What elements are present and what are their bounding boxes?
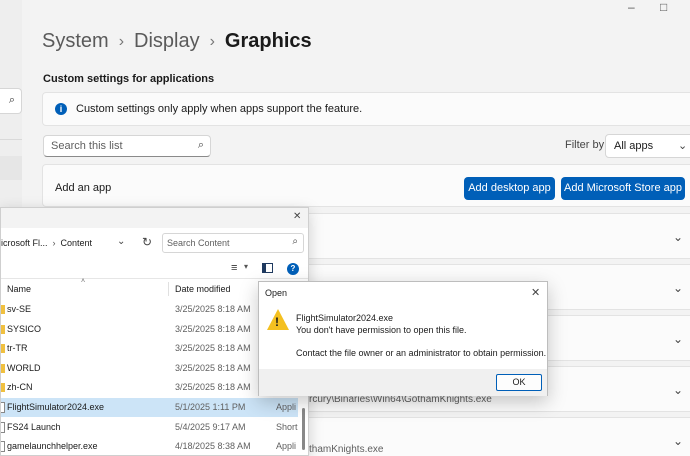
search-placeholder: Search this list <box>51 140 123 152</box>
chevron-down-icon: ⌄ <box>678 140 688 152</box>
open-error-dialog: Open ✕ ! FlightSimulator2024.exe You don… <box>258 281 548 396</box>
help-icon[interactable]: ? <box>287 263 299 275</box>
chevron-down-icon[interactable]: ▾ <box>244 262 248 271</box>
dialog-filename: FlightSimulator2024.exe <box>296 313 394 323</box>
file-name: SYSICO <box>7 323 42 334</box>
details-pane-icon[interactable] <box>262 263 273 273</box>
file-name: sv-SE <box>7 304 32 314</box>
dialog-message: You don't have permission to open this f… <box>296 325 467 335</box>
file-row[interactable]: SYSICO 3/25/2025 8:18 AM <box>1 320 298 339</box>
file-type: Appli <box>276 441 297 452</box>
dialog-detail: Contact the file owner or an administrat… <box>296 348 547 358</box>
file-row[interactable]: gamelaunchhelper.exe 4/18/2025 8:38 AM App… <box>1 437 298 456</box>
file-name: tr-TR <box>7 343 28 354</box>
folder-icon <box>1 383 5 393</box>
filter-dropdown[interactable]: All apps ⌄ <box>605 134 690 158</box>
add-app-card: Add an app Add desktop app Add Microsoft… <box>42 164 690 207</box>
file-row[interactable]: FS24 Launch 5/4/2025 9:17 AM Short <box>1 418 298 437</box>
file-name: FlightSimulator2024.exe <box>7 402 105 412</box>
chevron-down-icon[interactable]: ⌄ <box>673 383 683 397</box>
chevron-down-icon[interactable]: ⌄ <box>117 236 125 247</box>
chevron-down-icon[interactable]: ⌄ <box>673 332 683 346</box>
file-name: zh-CN <box>7 382 33 393</box>
chevron-down-icon[interactable]: ⌄ <box>673 281 683 295</box>
breadcrumb-system[interactable]: System <box>42 30 109 53</box>
filter-label: Filter by: <box>565 139 608 151</box>
breadcrumb-separator: › <box>209 32 215 50</box>
add-app-label: Add an app <box>55 182 112 194</box>
refresh-icon[interactable]: ↻ <box>142 235 152 249</box>
file-icon <box>1 421 5 433</box>
breadcrumb: System › Display › Graphics <box>42 30 312 53</box>
app-entry[interactable]: ⌄ <box>300 213 690 259</box>
folder-icon <box>1 305 5 314</box>
chevron-down-icon[interactable]: ⌄ <box>673 434 683 448</box>
column-header-name[interactable]: Name <box>7 284 31 294</box>
file-row[interactable]: tr-TR 3/25/2025 8:18 AM <box>1 339 298 358</box>
file-date: 5/4/2025 9:17 AM <box>175 421 246 432</box>
explorer-titlebar[interactable] <box>1 208 308 228</box>
filter-value: All apps <box>614 140 654 152</box>
folder-icon <box>1 363 5 373</box>
column-header-date[interactable]: Date modified <box>175 284 231 294</box>
file-type: Short <box>276 421 298 432</box>
search-placeholder: Search Content <box>167 238 230 248</box>
folder-icon <box>1 324 5 334</box>
info-icon: i <box>55 103 67 115</box>
sort-up-icon: ˄ <box>81 278 86 285</box>
file-date: 3/25/2025 8:18 AM <box>175 343 251 354</box>
file-icon <box>1 441 5 453</box>
file-icon <box>1 402 5 413</box>
file-date: 5/1/2025 1:11 PM <box>175 402 246 412</box>
file-row[interactable]: WORLD 3/25/2025 8:18 AM <box>1 359 298 378</box>
nav-divider <box>0 139 22 140</box>
file-name: FS24 Launch <box>7 421 61 432</box>
app-path: thamKnights.exe <box>309 444 384 455</box>
file-row[interactable]: zh-CN 3/25/2025 8:18 AM <box>1 378 298 397</box>
file-date: 3/25/2025 8:18 AM <box>175 382 251 393</box>
add-desktop-app-button[interactable]: Add desktop app <box>464 177 555 200</box>
info-text: Custom settings only apply when apps sup… <box>76 103 363 115</box>
dialog-title: Open <box>265 288 288 298</box>
folder-icon <box>1 344 5 354</box>
add-store-app-button[interactable]: Add Microsoft Store app <box>561 177 685 200</box>
info-bar: i Custom settings only apply when apps s… <box>42 92 690 126</box>
chevron-right-icon: › <box>52 238 56 248</box>
close-icon[interactable]: ✕ <box>293 211 301 222</box>
file-date: 3/25/2025 8:18 AM <box>175 362 251 373</box>
search-icon: ⌕ <box>292 236 298 247</box>
file-row[interactable]: FlightSimulator2024.exe 5/1/2025 1:11 PM A… <box>1 398 298 417</box>
address-bar[interactable]: icrosoft Fl... › Content <box>1 233 131 253</box>
view-list-icon[interactable]: ≡ <box>231 262 237 274</box>
close-icon[interactable]: ✕ <box>531 286 540 299</box>
column-divider[interactable] <box>168 282 169 296</box>
app-entry[interactable]: thamKnights.exe ⌄ <box>300 417 690 456</box>
warning-icon-mark: ! <box>275 315 279 329</box>
page-title: Graphics <box>224 30 312 52</box>
file-date: 4/18/2025 8:38 AM <box>175 441 251 452</box>
address-crumb[interactable]: icrosoft Fl... <box>1 238 48 248</box>
explorer-search-input[interactable]: Search Content ⌕ <box>162 233 304 253</box>
search-list-input[interactable]: Search this list ⌕ <box>43 135 211 157</box>
nav-selected-item[interactable] <box>0 156 22 180</box>
maximize-icon[interactable]: □ <box>660 0 667 14</box>
minimize-icon[interactable]: – <box>628 0 635 14</box>
file-type: Appli <box>276 402 297 412</box>
search-icon: ⌕ <box>197 139 204 151</box>
search-icon: ⌕ <box>8 94 15 106</box>
file-date: 3/25/2025 8:18 AM <box>175 323 251 334</box>
file-date: 3/25/2025 8:18 AM <box>175 304 251 314</box>
address-crumb[interactable]: Content <box>61 238 93 248</box>
breadcrumb-separator: › <box>118 32 125 50</box>
file-row[interactable]: sv-SE 3/25/2025 8:18 AM <box>1 300 298 319</box>
file-name: gamelaunchhelper.exe <box>7 441 98 452</box>
file-name: WORLD <box>7 362 41 373</box>
scrollbar[interactable] <box>302 408 305 450</box>
section-title: Custom settings for applications <box>43 73 215 85</box>
chevron-down-icon[interactable]: ⌄ <box>673 230 683 244</box>
settings-nav-search[interactable]: ⌕ <box>0 88 22 114</box>
ok-button[interactable]: OK <box>496 374 542 391</box>
breadcrumb-display[interactable]: Display <box>134 30 200 53</box>
